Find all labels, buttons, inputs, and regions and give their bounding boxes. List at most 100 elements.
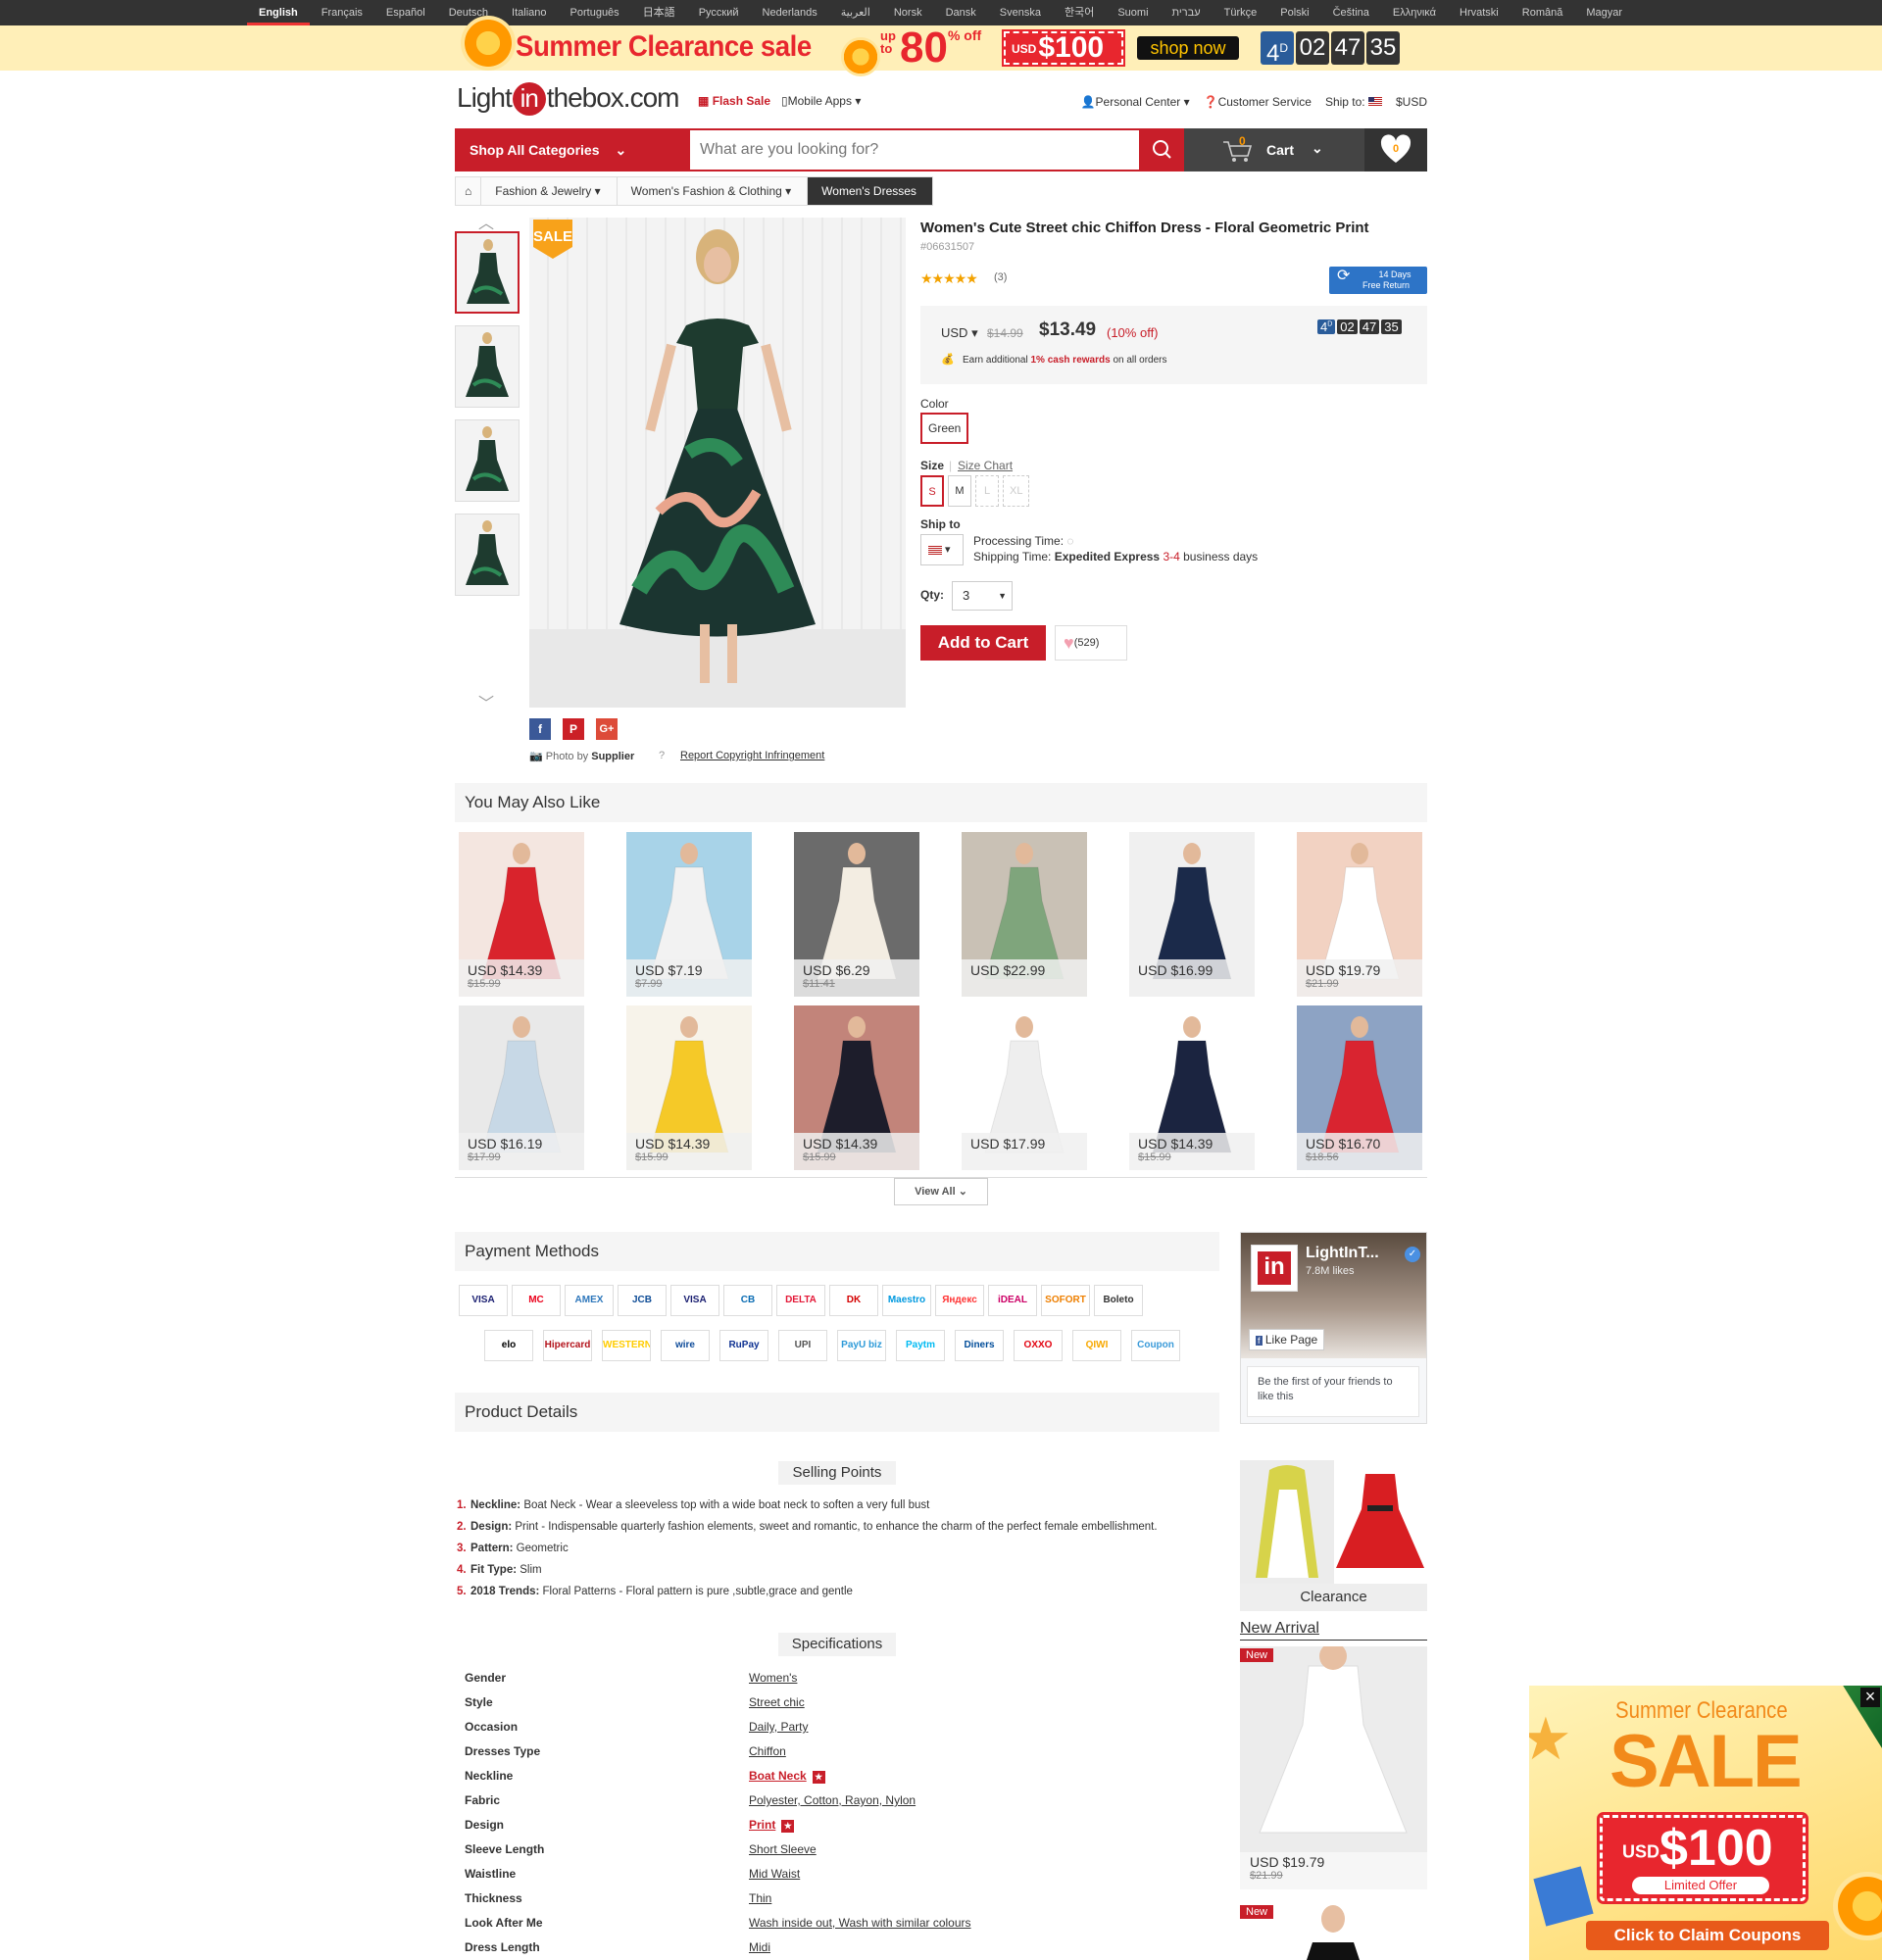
product-thumbnail[interactable] [455,514,520,596]
language-option[interactable]: Hrvatski [1448,0,1511,25]
breadcrumb-item[interactable]: Fashion & Jewelry ▾ [481,177,618,205]
currency-selector[interactable]: USD ▾ [941,325,978,341]
color-option-green[interactable]: Green [920,413,969,444]
home-icon[interactable]: ⌂ [456,177,482,205]
cart-button[interactable]: 0 Cart ⌄ [1184,128,1364,172]
product-card[interactable]: USD $14.39 $15.99 [459,832,584,997]
product-thumbnail[interactable] [455,325,520,408]
product-card[interactable]: USD $19.79 $21.99 [1297,832,1422,997]
language-option[interactable]: Português [559,0,631,25]
facebook-icon[interactable]: f [529,718,551,740]
language-option[interactable]: Norsk [882,0,934,25]
promo-banner[interactable]: Summer Clearance sale up to 80% off USD$… [0,16,1882,76]
size-option-m[interactable]: M [948,475,971,507]
language-option[interactable]: Italiano [500,0,558,25]
product-card[interactable]: USD $22.99 [962,832,1087,997]
quantity-select[interactable]: 3 ▼ [952,581,1013,611]
language-option[interactable]: 한국어 [1053,0,1106,25]
add-to-cart-button[interactable]: Add to Cart [920,625,1046,661]
language-option[interactable]: Español [374,0,437,25]
language-option[interactable]: English [247,0,310,25]
spec-label: Waistline [465,1867,517,1881]
new-arrival-item[interactable]: New [1240,1903,1427,1960]
shop-now-button[interactable]: shop now [1137,36,1239,60]
spec-value[interactable]: Boat Neck ★ [749,1769,825,1784]
close-icon[interactable]: × [1860,1688,1880,1707]
language-option[interactable]: Dansk [934,0,988,25]
new-arrival-heading[interactable]: New Arrival [1240,1620,1427,1641]
ship-to-selector[interactable]: Ship to: [1325,95,1382,109]
flash-sale-link[interactable]: ▦ Flash Sale [698,94,770,108]
spec-value[interactable]: Short Sleeve [749,1842,817,1856]
view-all-button[interactable]: View All ⌄ [894,1178,988,1205]
shop-all-categories-button[interactable]: Shop All Categories ⌄ [455,128,690,172]
wishlist-add-button[interactable]: ♥(529) [1055,625,1127,661]
product-card[interactable]: USD $6.29 $11.41 [794,832,919,997]
search-button[interactable] [1141,128,1184,172]
coupon-popup[interactable]: ★ Summer Clearance SALE USD$100 Limited … [1529,1686,1882,1960]
product-card[interactable]: USD $14.39 $15.99 [1129,1005,1255,1170]
spec-value[interactable]: Chiffon [749,1744,786,1758]
report-copyright-link[interactable]: Report Copyright Infringement [680,750,824,761]
language-option[interactable]: עברית [1161,0,1213,25]
pinterest-icon[interactable]: P [563,718,584,740]
product-thumbnail[interactable] [455,231,520,314]
language-option[interactable]: Türkçe [1213,0,1269,25]
clearance-link[interactable]: Clearance [1240,1584,1427,1611]
facebook-page-logo[interactable]: in [1251,1245,1298,1292]
new-arrival-item[interactable]: New USD $19.79 $21.99 [1240,1646,1427,1889]
chevron-down-icon[interactable]: ﹀ [478,690,494,713]
facebook-page-name[interactable]: LightInT... [1306,1245,1379,1262]
language-option[interactable]: 日本語 [631,0,687,25]
google-plus-icon[interactable]: G+ [596,718,618,740]
review-count[interactable]: (3) [994,271,1007,283]
main-product-image[interactable]: SALE [529,218,906,708]
language-option[interactable]: Română [1511,0,1575,25]
product-card[interactable]: USD $14.39 $15.99 [626,1005,752,1170]
ship-country-selector[interactable]: ▾ [920,534,964,565]
search-input[interactable] [690,128,1141,172]
customer-service-link[interactable]: ❓Customer Service [1204,95,1312,109]
size-option-xl[interactable]: XL [1003,475,1030,507]
spec-value[interactable]: Print ★ [749,1818,795,1833]
language-option[interactable]: Čeština [1321,0,1381,25]
chevron-up-icon[interactable]: ︿ [478,210,494,233]
product-card[interactable]: USD $17.99 [962,1005,1087,1170]
product-card[interactable]: USD $7.19 $7.99 [626,832,752,997]
like-page-button[interactable]: f Like Page [1249,1329,1325,1350]
language-option[interactable]: Polski [1268,0,1320,25]
product-thumbnail[interactable] [455,419,520,502]
language-option[interactable]: Русский [687,0,751,25]
spec-value[interactable]: Thin [749,1891,771,1905]
spec-value[interactable]: Women's [749,1671,797,1685]
site-logo[interactable]: Light in thebox.com [457,82,679,116]
language-option[interactable]: العربية [829,0,882,25]
spec-value[interactable]: Polyester, Cotton, Rayon, Nylon [749,1793,916,1807]
currency-selector[interactable]: $USD [1396,95,1427,109]
spec-value[interactable]: Daily, Party [749,1720,808,1734]
spec-value[interactable]: Street chic [749,1695,805,1709]
language-option[interactable]: Magyar [1574,0,1634,25]
spec-value[interactable]: Midi [749,1940,770,1954]
mobile-apps-link[interactable]: ▯Mobile Apps ▾ [781,94,861,108]
language-option[interactable]: Français [310,0,374,25]
language-option[interactable]: Svenska [988,0,1053,25]
spec-value[interactable]: Mid Waist [749,1867,800,1881]
size-option-s[interactable]: S [920,475,944,507]
language-option[interactable]: Ελληνικά [1381,0,1448,25]
breadcrumb-item[interactable]: Women's Fashion & Clothing ▾ [618,177,809,205]
product-card[interactable]: USD $14.39 $15.99 [794,1005,919,1170]
spec-value[interactable]: Wash inside out, Wash with similar colou… [749,1916,971,1930]
product-card[interactable]: USD $16.99 [1129,832,1255,997]
product-card[interactable]: USD $16.19 $17.99 [459,1005,584,1170]
wishlist-button[interactable]: 0 [1364,128,1427,172]
language-option[interactable]: Suomi [1106,0,1160,25]
size-chart-link[interactable]: Size Chart [958,459,1013,472]
claim-coupons-button[interactable]: Click to Claim Coupons [1586,1921,1829,1950]
size-option-l[interactable]: L [975,475,999,507]
clearance-image-1[interactable] [1240,1460,1334,1584]
language-option[interactable]: Nederlands [751,0,829,25]
clearance-image-2[interactable] [1334,1460,1427,1584]
personal-center-link[interactable]: 👤Personal Center ▾ [1081,95,1190,109]
product-card[interactable]: USD $16.70 $18.56 [1297,1005,1422,1170]
